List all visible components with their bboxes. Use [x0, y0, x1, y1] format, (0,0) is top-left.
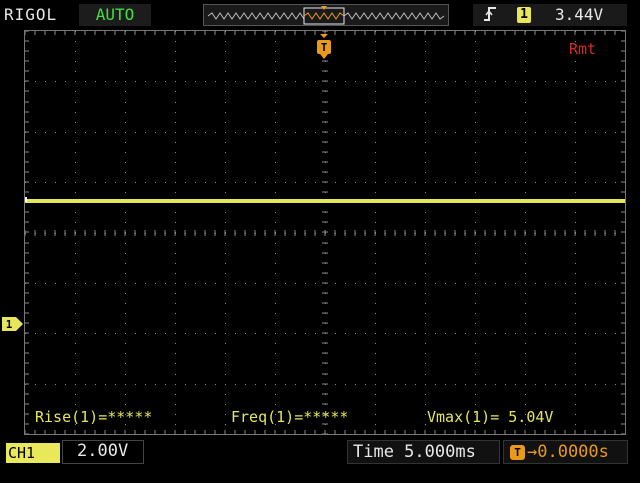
memory-overview-bar[interactable]: [203, 4, 449, 26]
trigger-level: 3.44V: [555, 5, 604, 24]
trigger-info-panel[interactable]: 1 3.44V: [473, 4, 627, 26]
measurement-freq: Freq(1)=*****: [231, 408, 349, 426]
measurement-vmax: Vmax(1)= 5.04V: [427, 408, 554, 426]
brand-logo: RIGOL: [4, 5, 58, 24]
channel1-volts-per-div[interactable]: 2.00V: [77, 441, 128, 461]
status-bar: RIGOL AUTO 1 3.44V: [0, 0, 640, 30]
rising-edge-icon: [483, 5, 497, 27]
channel1-trace: [25, 199, 625, 203]
trigger-position-marker[interactable]: T: [316, 34, 332, 64]
measurement-rise: Rise(1)=*****: [35, 408, 153, 426]
waveform-display[interactable]: [24, 30, 626, 435]
remote-indicator: Rmt: [569, 40, 597, 58]
channel1-label: CH1: [8, 444, 36, 462]
memory-waveform-icon: [207, 6, 445, 25]
trigger-source-badge: 1: [517, 7, 531, 23]
graticule: [25, 31, 625, 434]
svg-text:T: T: [321, 41, 328, 54]
channel1-badge[interactable]: CH1: [6, 443, 60, 478]
dc-coupling-icon: [9, 470, 25, 478]
trigger-offset-icon: T: [510, 445, 525, 460]
trigger-offset-value[interactable]: →0.0000s: [527, 442, 609, 462]
timebase-scale[interactable]: Time 5.000ms: [353, 442, 476, 462]
bottom-status-bar: CH1 2.00V Time 5.000ms T →0.0000s: [0, 440, 640, 478]
channel1-ground-marker[interactable]: 1: [2, 316, 24, 335]
svg-text:1: 1: [6, 318, 13, 331]
run-mode-indicator[interactable]: AUTO: [79, 4, 151, 26]
